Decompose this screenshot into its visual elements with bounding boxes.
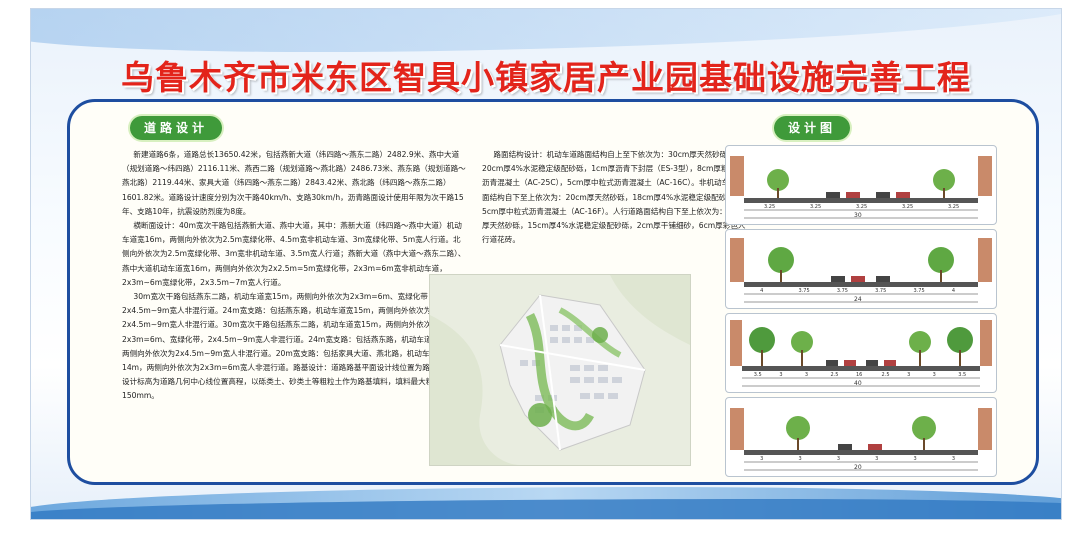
- section-3-dim-label: 3: [907, 372, 911, 378]
- cross-section-1: 30 3.25 3.25 3.25 3.25 3.25: [725, 145, 997, 225]
- section-1-dim-label: 3.25: [856, 204, 868, 210]
- section-3-dim-label: 3: [932, 372, 936, 378]
- pavement-text: 路面结构设计：机动车道路面结构自上至下依次为：30cm厚天然砂砾，20cm厚4%…: [482, 148, 750, 247]
- section-2-dim-label: 4: [760, 288, 764, 294]
- road-design-para-1: 新建道路6条，道路总长13650.42米，包括燕新大道（纬四路～燕东二路）248…: [122, 150, 466, 216]
- section-3-dim-label: 3: [804, 372, 809, 378]
- section-1-dim-label: 3.25: [810, 204, 822, 210]
- section-3-dim-label: 3.5: [753, 372, 762, 378]
- section-1-total: 30: [854, 212, 862, 219]
- cross-section-4: 20 3 3 3 3 3 3: [725, 397, 997, 477]
- section-4-dim-label: 3: [875, 456, 879, 462]
- project-board: 乌鲁木齐市米东区智具小镇家居产业园基础设施完善工程 道路设计 新建道路6条，道路…: [30, 8, 1062, 520]
- section-1-dim-label: 3.25: [948, 204, 960, 210]
- cross-section-3: 40 3.5 3 3 2.5 16 2.5 3 3 3.5: [725, 313, 997, 393]
- road-design-text: 新建道路6条，道路总长13650.42米，包括燕新大道（纬四路～燕东二路）248…: [122, 148, 468, 404]
- master-plan-drawing: [430, 275, 690, 465]
- section-1-dim-label: 3.25: [764, 204, 776, 210]
- section-1-dim-label: 3.25: [902, 204, 914, 210]
- section-4-total: 20: [854, 464, 862, 471]
- master-plan-map: [429, 274, 691, 466]
- section-4-dim-label: 3: [760, 456, 764, 462]
- section-2-dim-label: 3.75: [875, 288, 887, 294]
- section-3-dim-label: 3: [779, 372, 783, 378]
- cross-section-2: 24 4 3.75 3.75 3.75 3.75 4: [725, 229, 997, 309]
- section-2-dim-label: 4: [951, 288, 956, 294]
- section-4-dim-label: 3: [836, 456, 841, 462]
- section-3-dim-label: 3.5: [958, 372, 967, 378]
- board-title: 乌鲁木齐市米东区智具小镇家居产业园基础设施完善工程: [121, 58, 971, 97]
- section-3-dim-label: 16: [856, 372, 863, 378]
- section-3-dim-label: 2.5: [881, 372, 890, 378]
- section-3-total: 40: [854, 380, 862, 387]
- section-2-dim-label: 3.75: [798, 288, 810, 294]
- road-design-para-3: 30m宽次干路包括燕东二路，机动车道宽15m，两侧向外依次为2x3m=6m、宽绿…: [122, 292, 468, 401]
- section-2-total: 24: [854, 296, 862, 303]
- pavement-para: 路面结构设计：机动车道路面结构自上至下依次为：30cm厚天然砂砾，20cm厚4%…: [482, 150, 749, 245]
- design-drawings-tag: 设计图: [774, 116, 851, 140]
- road-design-tag: 道路设计: [130, 116, 223, 140]
- section-4-dim-label: 3: [913, 456, 917, 462]
- section-3-dim-label: 2.5: [830, 372, 839, 378]
- section-2-dim-label: 3.75: [913, 288, 925, 294]
- section-2-dim-label: 3.75: [836, 288, 848, 294]
- section-4-dim-label: 3: [951, 456, 956, 462]
- road-design-para-2: 横断面设计：40m宽次干路包括燕新大道、燕中大道，其中：燕新大道（纬四路～燕中大…: [122, 221, 466, 287]
- section-4-dim-label: 3: [798, 456, 802, 462]
